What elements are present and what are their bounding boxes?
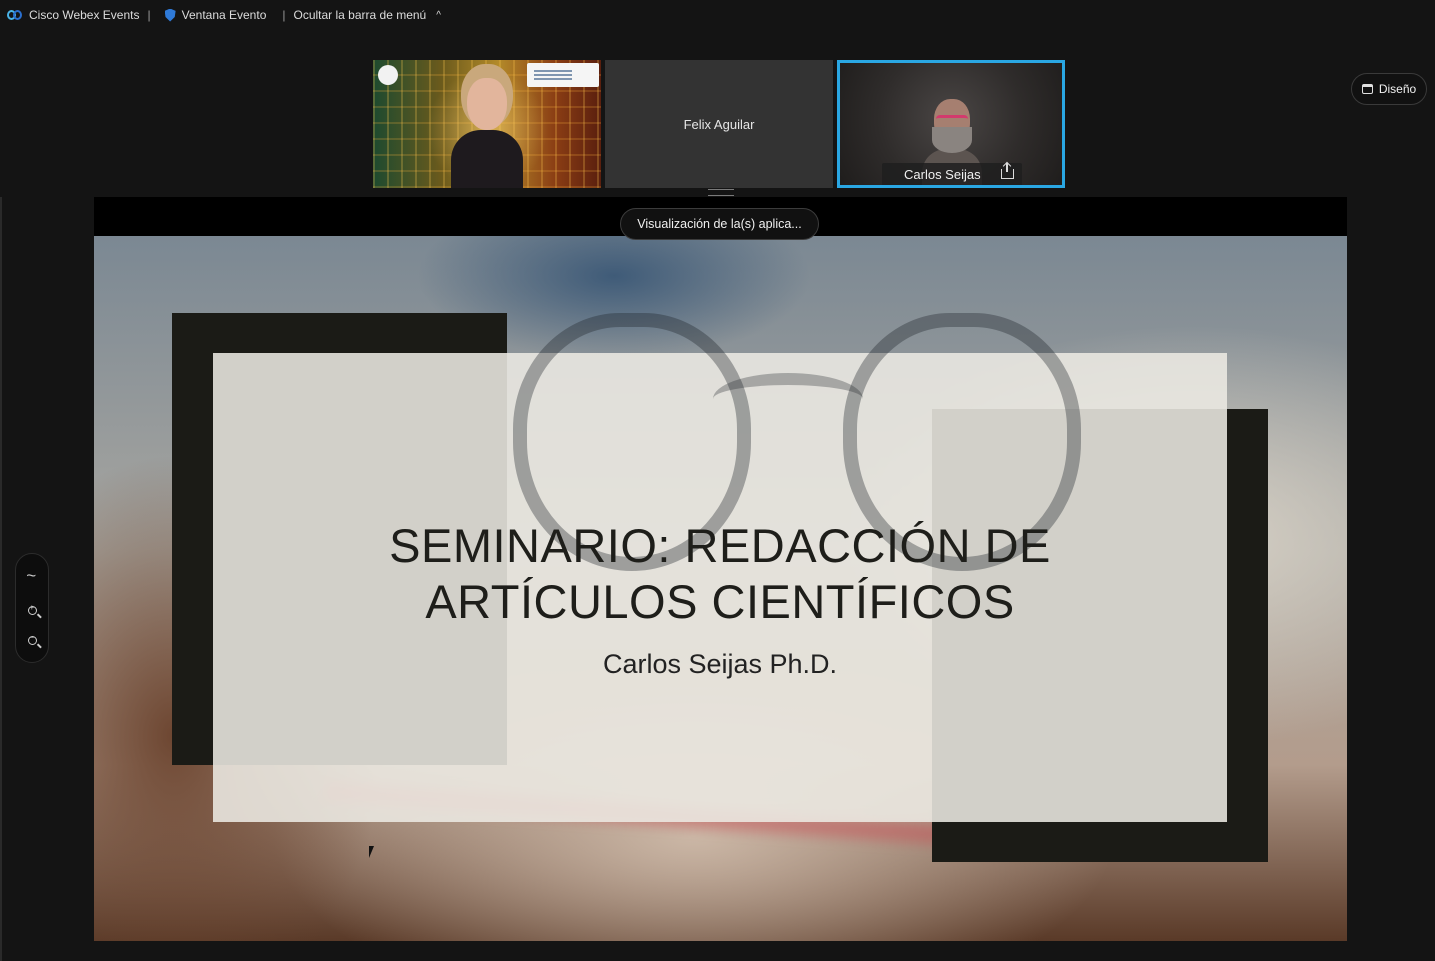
slide-title: SEMINARIO: REDACCIÓN DE ARTÍCULOS CIENTÍ…: [213, 518, 1227, 630]
slide-title-line-2: ARTÍCULOS CIENTÍFICOS: [425, 575, 1015, 628]
event-window-menu[interactable]: Ventana Evento: [159, 8, 267, 22]
video-tile-felix-aguilar[interactable]: Felix Aguilar: [605, 60, 833, 188]
separator: |: [282, 8, 286, 22]
slide-subtitle: Carlos Seijas Ph.D.: [602, 649, 838, 679]
organization-banner-logo: [527, 63, 599, 87]
participant-video: [451, 78, 523, 188]
slide-title-card: SEMINARIO: REDACCIÓN DE ARTÍCULOS CIENTÍ…: [213, 313, 1227, 822]
left-edge: [0, 197, 2, 961]
hide-menu-label: Ocultar la barra de menú: [293, 8, 427, 22]
zoom-in-icon[interactable]: [27, 603, 37, 615]
participant-name: Carlos Seijas: [904, 166, 981, 182]
video-strip: Felix Aguilar Carlos Seijas: [373, 60, 1065, 189]
mouse-cursor-icon: [369, 846, 379, 858]
sharing-status-label: Visualización de la(s) aplica...: [637, 217, 802, 231]
participant-name-tag: Carlos Seijas: [882, 163, 1022, 185]
app-title[interactable]: Cisco Webex Events: [0, 8, 140, 22]
participant-name: Felix Aguilar: [683, 116, 755, 132]
chevron-up-icon: ^: [436, 9, 441, 21]
layout-icon: [1361, 84, 1373, 94]
share-screen-icon: [1001, 163, 1014, 179]
hide-menu-bar-button[interactable]: Ocultar la barra de menú ^: [294, 8, 441, 22]
organization-logo-icon: [378, 65, 398, 85]
menu-bar: Cisco Webex Events | Ventana Evento | Oc…: [0, 0, 1435, 30]
presentation-slide: SEMINARIO: REDACCIÓN DE ARTÍCULOS CIENTÍ…: [94, 236, 1347, 941]
layout-label: Diseño: [1378, 82, 1417, 96]
slide-title-line-1: SEMINARIO: REDACCIÓN DE: [389, 519, 1051, 572]
app-name: Cisco Webex Events: [29, 8, 140, 22]
video-strip-resize-handle[interactable]: [708, 189, 734, 196]
event-window-label: Ventana Evento: [181, 8, 267, 22]
separator: |: [147, 8, 151, 22]
annotate-pen-icon[interactable]: [25, 566, 39, 586]
video-tile-active-speaker[interactable]: Carlos Seijas: [837, 60, 1065, 188]
shield-icon: [164, 8, 176, 22]
layout-button[interactable]: Diseño: [1351, 73, 1427, 105]
sharing-status-pill[interactable]: Visualización de la(s) aplica...: [620, 208, 819, 240]
webex-logo-icon: [7, 9, 23, 21]
annotation-toolbar: [15, 553, 49, 663]
zoom-out-icon[interactable]: [27, 633, 37, 646]
video-tile-host[interactable]: [373, 60, 601, 188]
